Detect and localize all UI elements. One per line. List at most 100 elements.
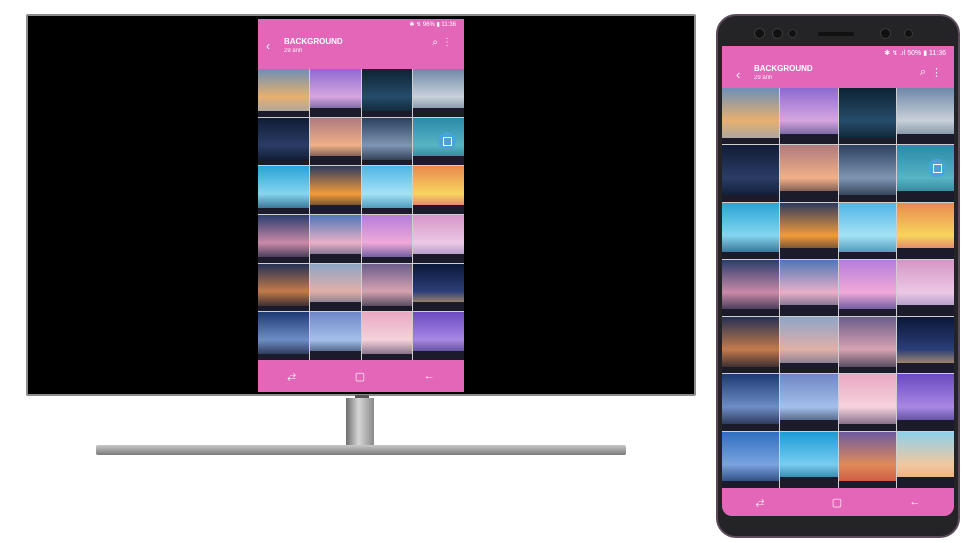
photo-thumbnail[interactable] [413, 117, 464, 166]
copy-icon[interactable] [438, 131, 456, 150]
tv-stand-base [96, 445, 626, 455]
photo-thumbnail[interactable] [309, 263, 361, 312]
back-arrow-icon[interactable]: ‹ [266, 39, 270, 53]
photo-thumbnail[interactable] [413, 312, 464, 360]
back-arrow-icon[interactable]: ‹ [736, 67, 740, 82]
photo-silhouette [780, 190, 838, 202]
photo-thumbnail[interactable] [838, 317, 896, 374]
tv-stand-neck [346, 398, 374, 445]
photo-thumbnail[interactable] [361, 263, 413, 312]
photo-silhouette [258, 159, 309, 166]
photo-thumbnail[interactable] [780, 259, 838, 317]
search-icon[interactable]: ⌕ [920, 66, 926, 79]
app-bar: ‹ BACKGROUND 29 ảnh ⌕ ⋮ [258, 29, 464, 69]
photo-thumbnail[interactable] [896, 145, 954, 202]
photo-thumbnail[interactable] [780, 88, 838, 145]
photo-thumbnail[interactable] [361, 215, 413, 263]
photo-thumbnail[interactable] [413, 263, 464, 312]
photo-silhouette [722, 252, 780, 259]
photo-silhouette [780, 305, 838, 317]
recents-icon[interactable]: ⥄ [287, 370, 296, 383]
front-camera-icon [880, 28, 891, 39]
photo-silhouette [780, 133, 838, 145]
photo-count: 29 ảnh [284, 48, 303, 54]
photo-thumbnail[interactable] [722, 317, 780, 374]
photo-thumbnail[interactable] [896, 259, 954, 317]
photo-thumbnail[interactable] [258, 215, 309, 263]
photo-thumbnail[interactable] [780, 317, 838, 374]
photo-thumbnail[interactable] [722, 202, 780, 259]
status-bar: ✱ ↯ .ıl 50% ▮ 11:36 [884, 50, 946, 57]
tv-mirrored-screen: ✱ ↯ 96% ▮ 11:36 ‹ BACKGROUND 29 ảnh ⌕ ⋮ … [258, 19, 464, 392]
photo-thumbnail[interactable] [838, 431, 896, 488]
photo-thumbnail[interactable] [258, 312, 309, 360]
search-icon[interactable]: ⌕ [432, 37, 438, 48]
home-icon[interactable]: ▢ [832, 496, 842, 509]
photo-thumbnail[interactable] [896, 431, 954, 488]
photo-silhouette [838, 366, 896, 374]
photo-thumbnail[interactable] [361, 312, 413, 360]
photo-thumbnail[interactable] [361, 69, 413, 117]
phone-screen: ✱ ↯ .ıl 50% ▮ 11:36 ‹ BACKGROUND 29 ảnh … [722, 46, 954, 516]
home-icon[interactable]: ▢ [355, 370, 365, 383]
photo-grid [722, 88, 954, 488]
photo-thumbnail[interactable] [309, 215, 361, 263]
photo-thumbnail[interactable] [838, 374, 896, 431]
photo-thumbnail[interactable] [309, 69, 361, 117]
recents-icon[interactable]: ⥄ [756, 496, 765, 509]
photo-thumbnail[interactable] [896, 202, 954, 259]
photo-thumbnail[interactable] [780, 374, 838, 431]
album-title: BACKGROUND [284, 37, 343, 46]
sensor-icon [904, 29, 913, 38]
photo-silhouette [722, 423, 780, 431]
photo-silhouette [722, 366, 780, 374]
nav-back-icon[interactable]: ← [909, 496, 920, 508]
photo-thumbnail[interactable] [838, 202, 896, 259]
photo-silhouette [722, 309, 780, 317]
more-options-icon[interactable]: ⋮ [442, 37, 452, 48]
photo-thumbnail[interactable] [258, 263, 309, 312]
photo-thumbnail[interactable] [722, 374, 780, 431]
photo-thumbnail[interactable] [413, 215, 464, 263]
photo-thumbnail[interactable] [361, 166, 413, 214]
photo-thumbnail[interactable] [258, 166, 309, 214]
copy-icon[interactable] [928, 159, 946, 178]
sensor-icon [772, 28, 783, 39]
photo-thumbnail[interactable] [722, 259, 780, 317]
photo-thumbnail[interactable] [722, 145, 780, 202]
photo-silhouette [838, 252, 896, 259]
photo-thumbnail[interactable] [309, 312, 361, 360]
photo-thumbnail[interactable] [258, 117, 309, 166]
photo-thumbnail[interactable] [413, 69, 464, 117]
photo-thumbnail[interactable] [722, 431, 780, 488]
photo-thumbnail[interactable] [780, 145, 838, 202]
photo-thumbnail[interactable] [309, 166, 361, 214]
photo-silhouette [896, 305, 954, 317]
photo-thumbnail[interactable] [896, 374, 954, 431]
photo-silhouette [413, 302, 464, 312]
photo-thumbnail[interactable] [361, 117, 413, 166]
photo-silhouette [896, 477, 954, 488]
photo-silhouette [780, 420, 838, 431]
nav-back-icon[interactable]: ← [424, 370, 435, 382]
photo-thumbnail[interactable] [780, 431, 838, 488]
sensor-icon [754, 28, 765, 39]
photo-silhouette [258, 256, 309, 263]
photo-silhouette [258, 208, 309, 214]
more-options-icon[interactable]: ⋮ [931, 66, 942, 79]
photo-thumbnail[interactable] [896, 88, 954, 145]
photo-thumbnail[interactable] [258, 69, 309, 117]
photo-thumbnail[interactable] [309, 117, 361, 166]
photo-thumbnail[interactable] [838, 88, 896, 145]
photo-silhouette [896, 248, 954, 259]
photo-thumbnail[interactable] [413, 166, 464, 214]
photo-thumbnail[interactable] [896, 317, 954, 374]
photo-silhouette [413, 253, 464, 263]
photo-thumbnail[interactable] [722, 88, 780, 145]
photo-silhouette [722, 137, 780, 145]
photo-silhouette [413, 107, 464, 117]
photo-thumbnail[interactable] [780, 202, 838, 259]
photo-thumbnail[interactable] [838, 145, 896, 202]
app-bar: ‹ BACKGROUND 29 ảnh ⌕ ⋮ [722, 58, 954, 88]
photo-thumbnail[interactable] [838, 259, 896, 317]
